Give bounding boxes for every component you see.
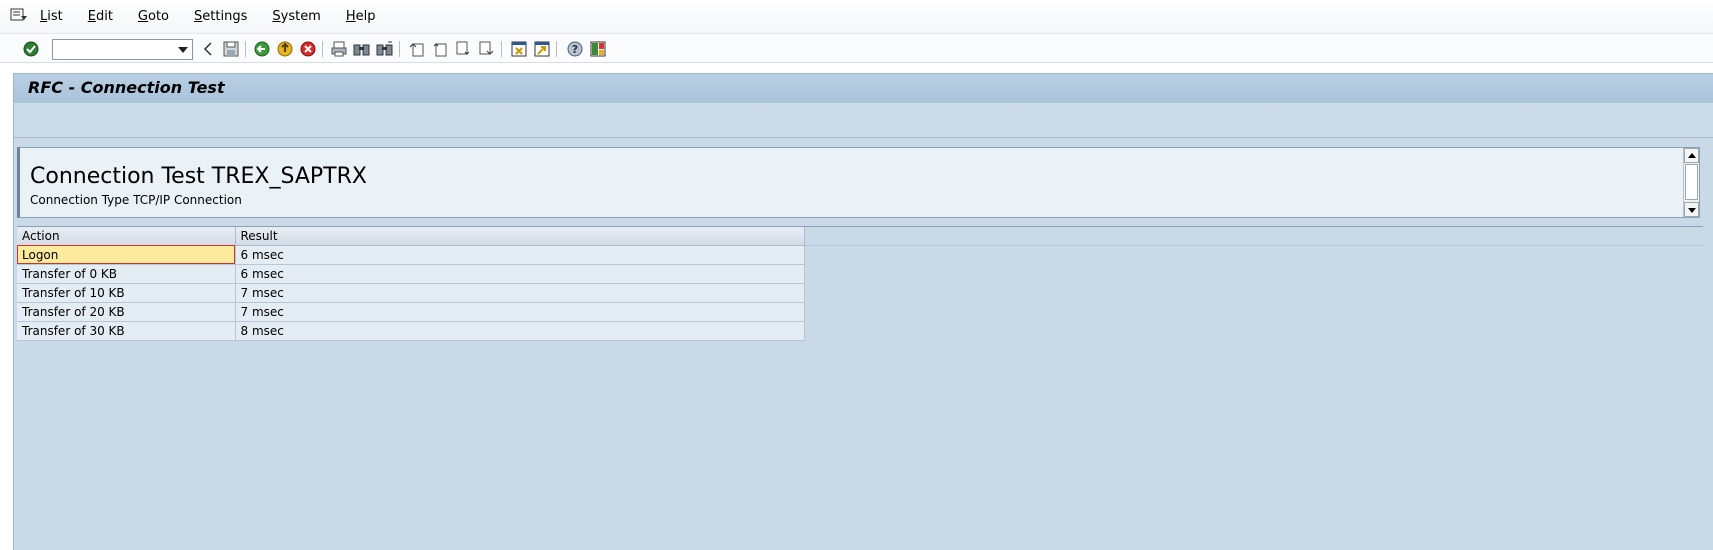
create-session-icon[interactable] [510,40,528,58]
table-row[interactable]: Transfer of 0 KB 6 msec [17,264,805,284]
column-header-action[interactable]: Action [17,227,236,246]
menu-system[interactable]: System [272,9,321,24]
arrow-down-icon [1688,208,1696,213]
toolbar-separator [245,41,246,57]
header-scrollbar[interactable] [1683,148,1699,217]
content-area: Connection Test TREX_SAPTRX Connection T… [13,138,1713,550]
system-menu-icon[interactable] [10,7,28,23]
application-toolbar [13,103,1713,138]
table-header-row: Action Result [17,227,805,246]
menu-bar: List Edit Goto Settings System Help [0,0,1713,33]
save-icon[interactable] [222,40,240,58]
last-page-icon[interactable] [477,40,495,58]
toolbar-separator [556,41,557,57]
results-table: Action Result Logon 6 msec Transfer of 0… [17,227,805,341]
toolbar-separator [322,41,323,57]
grid-header-extension [804,227,1703,246]
print-icon[interactable] [330,40,348,58]
standard-toolbar: ? [0,33,1713,63]
connection-type-label: Connection Type TCP/IP Connection [30,193,242,207]
action-cell[interactable]: Transfer of 20 KB [17,302,236,322]
next-page-icon[interactable] [454,40,472,58]
svg-text:?: ? [572,43,578,56]
menu-help[interactable]: Help [346,9,376,24]
command-field[interactable] [52,39,193,60]
connection-header-panel: Connection Test TREX_SAPTRX Connection T… [17,147,1700,218]
result-cell[interactable]: 8 msec [235,321,805,341]
chevron-down-icon[interactable] [178,47,188,53]
sap-gui-window: List Edit Goto Settings System Help ? RF… [0,0,1713,550]
layout-icon[interactable] [589,40,607,58]
previous-page-icon[interactable] [431,40,449,58]
scroll-up-button[interactable] [1684,148,1699,163]
menu-list[interactable]: List [40,9,63,24]
back-icon[interactable] [253,40,271,58]
results-grid-container: Action Result Logon 6 msec Transfer of 0… [17,226,1703,550]
result-cell[interactable]: 7 msec [235,302,805,322]
first-page-icon[interactable] [408,40,426,58]
column-header-result[interactable]: Result [235,227,805,246]
arrow-up-icon [1688,153,1696,158]
table-row[interactable]: Transfer of 10 KB 7 msec [17,283,805,303]
result-cell[interactable]: 6 msec [235,264,805,284]
table-row[interactable]: Logon 6 msec [17,245,805,265]
table-row[interactable]: Transfer of 20 KB 7 msec [17,302,805,322]
action-cell[interactable]: Transfer of 10 KB [17,283,236,303]
enter-icon[interactable] [22,40,40,58]
toolbar-separator [501,41,502,57]
scroll-down-button[interactable] [1684,202,1699,217]
scrollbar-thumb[interactable] [1685,164,1698,200]
action-cell[interactable]: Transfer of 0 KB [17,264,236,284]
help-icon[interactable]: ? [566,40,584,58]
menu-settings[interactable]: Settings [194,9,247,24]
exit-icon[interactable] [276,40,294,58]
result-cell[interactable]: 7 msec [235,283,805,303]
cancel-icon[interactable] [299,40,317,58]
screen-title-bar: RFC - Connection Test [13,73,1713,103]
find-icon[interactable] [353,40,371,58]
find-next-icon[interactable] [376,40,394,58]
action-cell[interactable]: Transfer of 30 KB [17,321,236,341]
menu-goto[interactable]: Goto [138,9,169,24]
navigate-back-arrow-icon[interactable] [199,40,217,58]
table-row[interactable]: Transfer of 30 KB 8 msec [17,321,805,341]
page-title: RFC - Connection Test [28,78,225,97]
menu-edit[interactable]: Edit [88,9,113,24]
result-cell[interactable]: 6 msec [235,245,805,265]
action-cell[interactable]: Logon [17,245,236,265]
shortcut-icon[interactable] [533,40,551,58]
toolbar-separator [399,41,400,57]
command-input[interactable] [53,40,173,59]
connection-test-title: Connection Test TREX_SAPTRX [30,164,367,189]
